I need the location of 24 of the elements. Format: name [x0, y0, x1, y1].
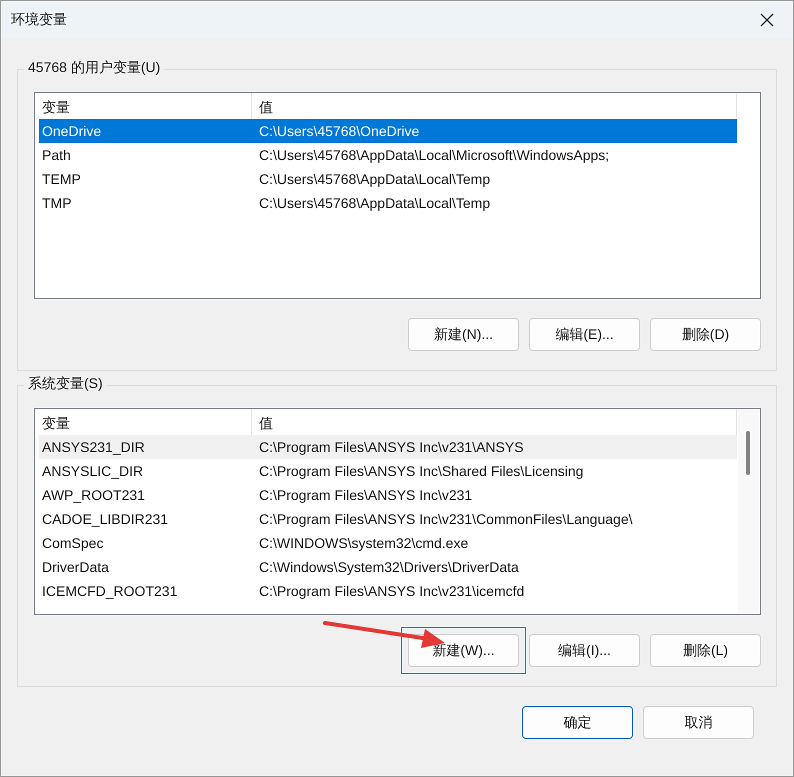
group-label: 系统变量(S) [24, 375, 107, 393]
action-button[interactable]: 编辑(I)... [529, 634, 640, 667]
variable-row[interactable]: ICEMCFD_ROOT231 C:\Program Files\ANSYS Inc\v231\icemcfd [39, 579, 737, 603]
variable-row[interactable]: TEMP C:\Users\45768\AppData\Local\Temp [39, 167, 737, 191]
variable-row[interactable]: Path C:\Users\45768\AppData\Local\Microsoft\WindowsApps; [39, 143, 737, 167]
dialog-button[interactable]: 取消 [643, 706, 754, 739]
action-button[interactable]: 新建(N)... [408, 318, 519, 351]
scrollbar[interactable] [738, 409, 760, 614]
action-button[interactable]: 删除(L) [650, 634, 761, 667]
variable-row[interactable]: DriverData C:\Windows\System32\Drivers\DriverData [39, 555, 737, 579]
variable-row[interactable]: ANSYSLIC_DIR C:\Program Files\ANSYS Inc\Shared Files\Licensing [39, 459, 737, 483]
variable-row[interactable]: ComSpec C:\WINDOWS\system32\cmd.exe [39, 531, 737, 555]
variable-row[interactable]: OneDrive C:\Users\45768\OneDrive [39, 119, 737, 143]
variable-row[interactable]: CADOE_LIBDIR231 C:\Program Files\ANSYS Inc\v231\CommonFiles\Language\ [39, 507, 737, 531]
action-button[interactable]: 编辑(E)... [529, 318, 640, 351]
variable-row[interactable]: AWP_ROOT231 C:\Program Files\ANSYS Inc\v231 [39, 483, 737, 507]
dialog-button[interactable]: 确定 [522, 706, 633, 739]
variable-row[interactable]: ANSYS231_DIR C:\Program Files\ANSYS Inc\v231\ANSYS [39, 435, 737, 459]
variable-row[interactable]: TMP C:\Users\45768\AppData\Local\Temp [39, 191, 737, 215]
action-button[interactable]: 新建(W)... [408, 634, 519, 667]
window-title: 环境变量 [11, 10, 67, 28]
close-icon [760, 12, 774, 26]
group-label: 45768 的用户变量(U) [24, 59, 164, 77]
action-button[interactable]: 删除(D) [650, 318, 761, 351]
